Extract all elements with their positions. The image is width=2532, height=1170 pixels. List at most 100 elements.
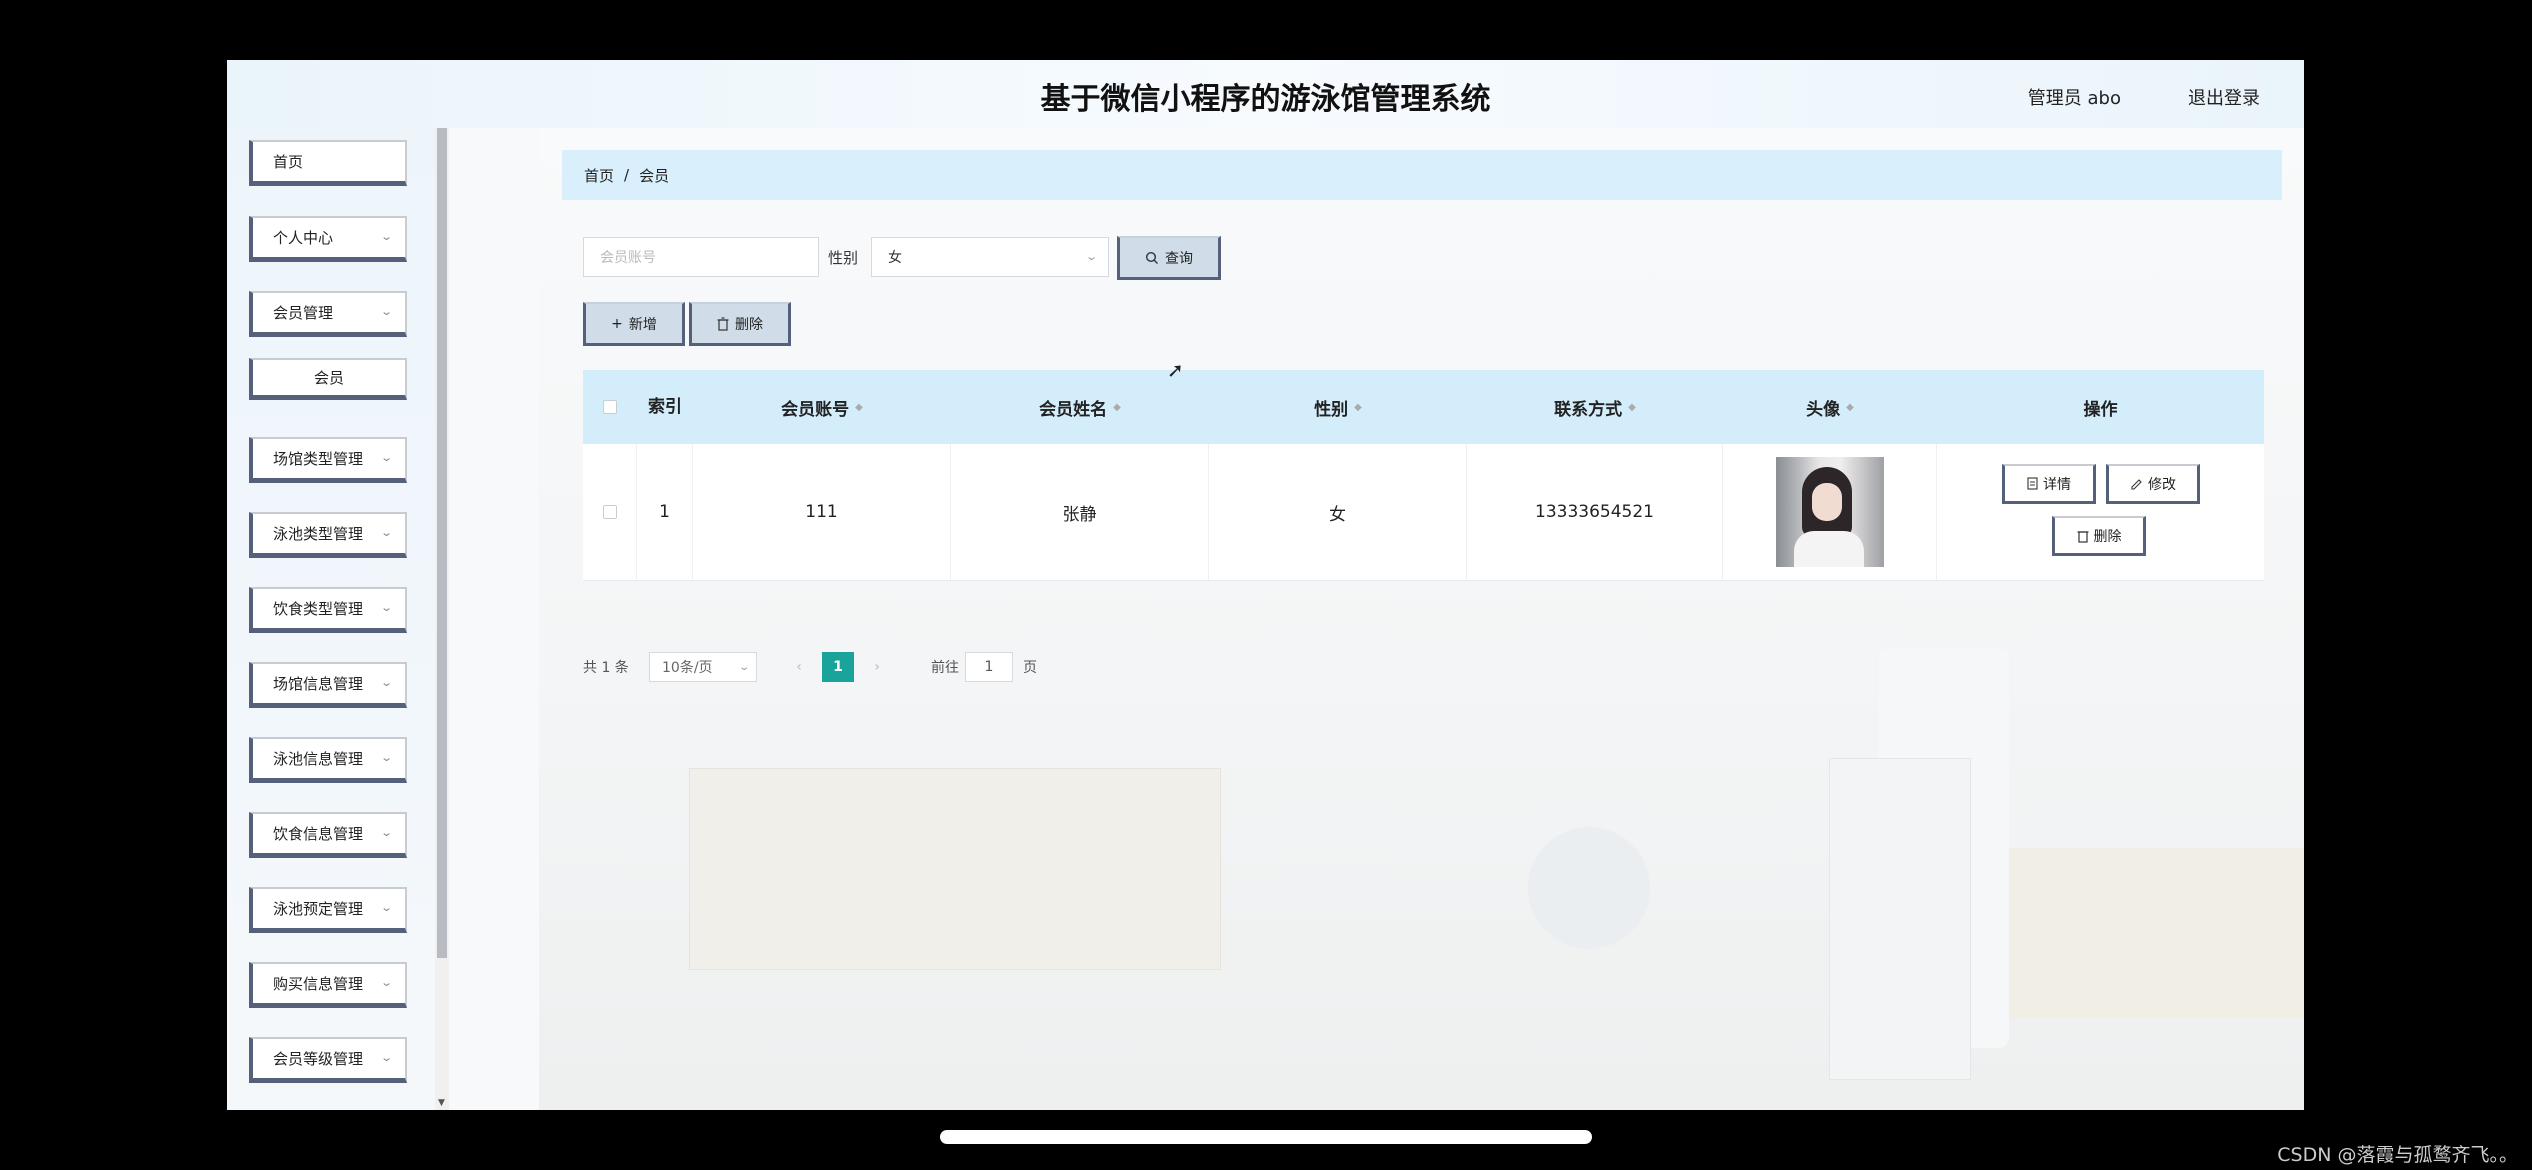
member-account-search-input[interactable]: 会员账号 bbox=[583, 237, 819, 277]
cell-actions: 详情 修改 删除 bbox=[1937, 444, 2264, 580]
column-header-account[interactable]: 会员账号 ◆ bbox=[693, 370, 951, 444]
chevron-down-icon: ⌄ bbox=[379, 901, 393, 914]
add-button[interactable]: + 新增 bbox=[583, 302, 685, 346]
sort-icon[interactable]: ◆ bbox=[855, 402, 863, 413]
batch-delete-button[interactable]: 删除 bbox=[689, 302, 791, 346]
goto-label: 前往 bbox=[931, 660, 959, 676]
sidebar-item-venue-type[interactable]: 场馆类型管理 ⌄ bbox=[249, 437, 407, 483]
search-icon bbox=[1145, 251, 1158, 264]
column-header-gender[interactable]: 性别 ◆ bbox=[1209, 370, 1467, 444]
home-indicator bbox=[940, 1130, 1592, 1144]
detail-button[interactable]: 详情 bbox=[2002, 464, 2096, 504]
next-page-icon[interactable]: › bbox=[867, 652, 887, 682]
sidebar-item-purchase-info[interactable]: 购买信息管理 ⌄ bbox=[249, 962, 407, 1008]
row-select-cell bbox=[583, 444, 637, 580]
sidebar-scrollbar[interactable]: ▼ bbox=[435, 128, 449, 1110]
row-delete-button-label: 删除 bbox=[2093, 528, 2122, 545]
cell-index: 1 bbox=[637, 444, 693, 580]
background-decoration bbox=[1829, 758, 1971, 1080]
mouse-cursor-icon: ➚ bbox=[1167, 358, 1184, 382]
gender-select[interactable]: 女 ⌄ bbox=[871, 237, 1109, 277]
sidebar-item-member[interactable]: 会员 bbox=[249, 358, 407, 400]
sidebar-item-member-management[interactable]: 会员管理 ⌄ bbox=[249, 291, 407, 337]
goto-page-input[interactable]: 1 bbox=[965, 652, 1013, 682]
avatar-image[interactable] bbox=[1775, 457, 1884, 567]
edit-button[interactable]: 修改 bbox=[2106, 464, 2200, 504]
edit-icon bbox=[2131, 479, 2142, 490]
breadcrumb-separator: / bbox=[624, 166, 630, 184]
scroll-down-arrow-icon[interactable]: ▼ bbox=[438, 1098, 445, 1108]
column-header-index: 索引 bbox=[648, 397, 682, 417]
sidebar-item-personal-center[interactable]: 个人中心 ⌄ bbox=[249, 216, 407, 262]
trash-icon bbox=[717, 316, 729, 331]
query-button[interactable]: 查询 bbox=[1117, 236, 1221, 280]
page-size-select[interactable]: 10条/页 ⌄ bbox=[649, 652, 757, 682]
chevron-down-icon: ⌄ bbox=[737, 661, 750, 673]
sidebar-item-label: 饮食信息管理 bbox=[273, 825, 364, 843]
page-title: 基于微信小程序的游泳馆管理系统 bbox=[1040, 82, 1491, 117]
sidebar-item-pool-type[interactable]: 泳池类型管理 ⌄ bbox=[249, 512, 407, 558]
trash-icon bbox=[2077, 530, 2088, 543]
sidebar-item-label: 会员 bbox=[313, 369, 344, 387]
sidebar-item-label: 场馆类型管理 bbox=[273, 450, 364, 468]
select-all-cell bbox=[583, 370, 637, 444]
edit-button-label: 修改 bbox=[2148, 476, 2176, 493]
sidebar-item-member-level[interactable]: 会员等级管理 ⌄ bbox=[249, 1037, 407, 1083]
chevron-down-icon: ⌄ bbox=[379, 601, 393, 614]
chevron-down-icon: ⌄ bbox=[379, 676, 393, 689]
gender-select-value: 女 bbox=[888, 250, 902, 266]
column-header-label: 会员账号 bbox=[781, 399, 850, 420]
chevron-down-icon: ⌄ bbox=[379, 305, 393, 318]
current-user: 管理员 abo bbox=[2027, 88, 2121, 109]
delete-button-label: 删除 bbox=[735, 316, 763, 333]
scrollbar-thumb[interactable] bbox=[437, 128, 447, 958]
sidebar-item-label: 泳池类型管理 bbox=[273, 525, 364, 543]
main-content: 首页 / 会员 会员账号 性别 女 ⌄ 查询 + 新增 删除 索引 会员账号 ◆ bbox=[539, 128, 2304, 1110]
sort-icon[interactable]: ◆ bbox=[1628, 402, 1636, 413]
document-icon bbox=[2027, 477, 2038, 490]
row-delete-button[interactable]: 删除 bbox=[2052, 516, 2146, 556]
table-row: 1 111 张静 女 13333654521 详情 修改 删除 bbox=[583, 444, 2264, 581]
select-all-checkbox[interactable] bbox=[603, 400, 617, 414]
sort-icon[interactable]: ◆ bbox=[1846, 402, 1854, 413]
breadcrumb-current: 会员 bbox=[639, 166, 670, 185]
chevron-down-icon: ⌄ bbox=[1084, 250, 1098, 263]
detail-button-label: 详情 bbox=[2043, 476, 2071, 493]
logout-link[interactable]: 退出登录 bbox=[2188, 84, 2260, 110]
sort-icon[interactable]: ◆ bbox=[1113, 402, 1121, 413]
cell-phone: 13333654521 bbox=[1467, 444, 1723, 580]
sidebar-item-label: 会员管理 bbox=[273, 304, 334, 322]
page-size-value: 10条/页 bbox=[662, 660, 713, 676]
plus-icon: + bbox=[611, 315, 623, 332]
sidebar-item-pool-booking[interactable]: 泳池预定管理 ⌄ bbox=[249, 887, 407, 933]
background-decoration bbox=[689, 768, 1221, 970]
sidebar-item-pool-info[interactable]: 泳池信息管理 ⌄ bbox=[249, 737, 407, 783]
sidebar-item-food-type[interactable]: 饮食类型管理 ⌄ bbox=[249, 587, 407, 633]
sidebar-item-home[interactable]: 首页 bbox=[249, 140, 407, 186]
chevron-down-icon: ⌄ bbox=[379, 526, 393, 539]
column-header-label: 性别 bbox=[1314, 399, 1349, 420]
chevron-down-icon: ⌄ bbox=[379, 230, 393, 243]
column-header-label: 联系方式 bbox=[1554, 399, 1623, 420]
pagination-total: 共 1 条 bbox=[583, 660, 629, 676]
sidebar-item-label: 场馆信息管理 bbox=[273, 675, 364, 693]
sidebar-item-label: 饮食类型管理 bbox=[273, 600, 364, 618]
app-window: 基于微信小程序的游泳馆管理系统 管理员 abo 退出登录 首页 个人中心 ⌄ 会员… bbox=[227, 60, 2304, 1110]
top-header: 基于微信小程序的游泳馆管理系统 管理员 abo 退出登录 bbox=[227, 60, 2304, 128]
column-header-phone[interactable]: 联系方式 ◆ bbox=[1467, 370, 1723, 444]
row-checkbox[interactable] bbox=[602, 505, 617, 519]
column-header-avatar[interactable]: 头像 ◆ bbox=[1723, 370, 1937, 444]
page-number-current[interactable]: 1 bbox=[822, 652, 854, 682]
chevron-down-icon: ⌄ bbox=[379, 826, 393, 839]
sidebar-item-food-info[interactable]: 饮食信息管理 ⌄ bbox=[249, 812, 407, 858]
sidebar-item-venue-info[interactable]: 场馆信息管理 ⌄ bbox=[249, 662, 407, 708]
sidebar-item-label: 首页 bbox=[273, 153, 304, 171]
breadcrumb: 首页 / 会员 bbox=[562, 150, 2282, 200]
sort-icon[interactable]: ◆ bbox=[1354, 402, 1362, 413]
sidebar-item-label: 个人中心 bbox=[273, 229, 334, 247]
breadcrumb-home[interactable]: 首页 bbox=[584, 165, 614, 186]
column-header-label: 会员姓名 bbox=[1039, 399, 1108, 420]
prev-page-icon[interactable]: ‹ bbox=[789, 652, 809, 682]
sidebar-item-label: 购买信息管理 bbox=[273, 975, 364, 993]
cell-account: 111 bbox=[693, 444, 951, 580]
